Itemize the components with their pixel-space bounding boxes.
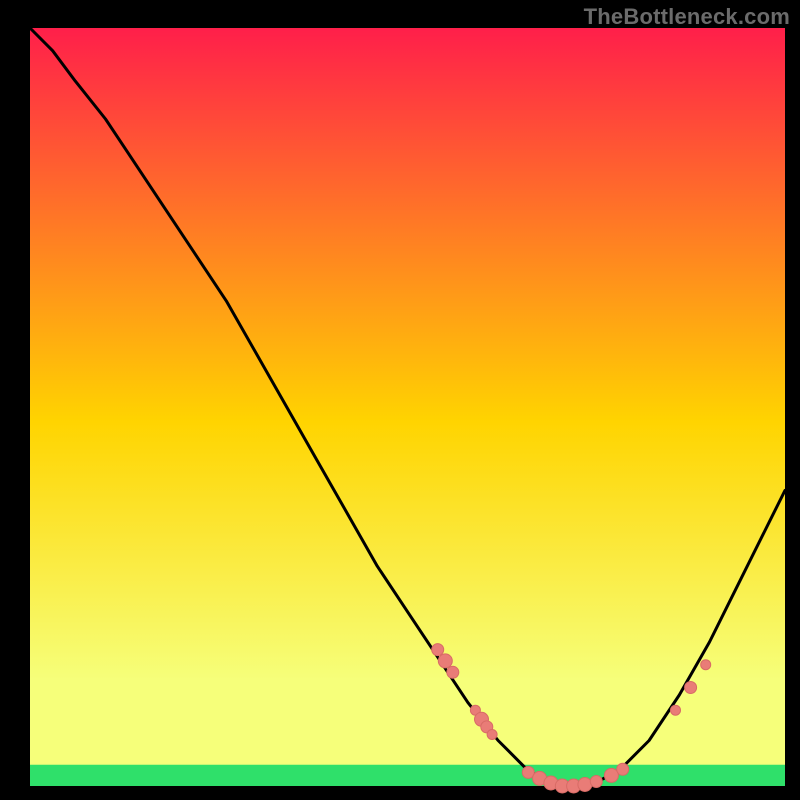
curve-marker xyxy=(617,763,629,775)
curve-marker xyxy=(590,776,602,788)
chart-container: TheBottleneck.com xyxy=(0,0,800,800)
bottleneck-curve-chart xyxy=(0,0,800,800)
chart-green-band xyxy=(30,765,785,786)
curve-marker xyxy=(671,705,681,715)
curve-marker xyxy=(432,644,444,656)
curve-marker xyxy=(701,660,711,670)
watermark: TheBottleneck.com xyxy=(584,4,790,30)
curve-marker xyxy=(487,730,497,740)
curve-marker xyxy=(604,768,618,782)
curve-marker xyxy=(438,654,452,668)
curve-marker xyxy=(578,778,592,792)
chart-gradient-bg xyxy=(30,28,785,786)
curve-marker xyxy=(685,682,697,694)
curve-marker xyxy=(447,666,459,678)
